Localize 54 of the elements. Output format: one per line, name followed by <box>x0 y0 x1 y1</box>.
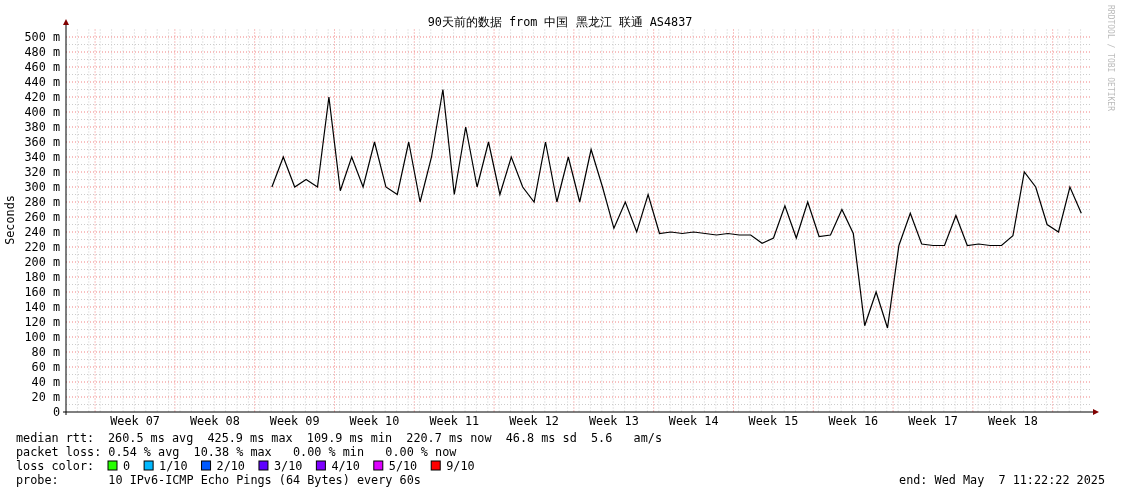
x-tick-label: Week 11 <box>429 414 480 428</box>
median-rtt-stats: 260.5 ms avg 425.9 ms max 109.9 ms min 220.7 ms now 46.8 ms sd 5.6 am/s <box>108 431 662 445</box>
y-tick-label: 40 m <box>31 375 60 389</box>
y-tick-label: 440 m <box>24 75 60 89</box>
end-time: end: Wed May 7 11:22:22 2025 <box>899 473 1105 487</box>
x-tick-label: Week 12 <box>509 414 559 428</box>
y-tick-label: 260 m <box>24 210 60 224</box>
y-tick-label: 140 m <box>24 300 60 314</box>
y-tick-label: 380 m <box>24 120 60 134</box>
chart-title: 90天前的数据 from 中国 黑龙江 联通 AS4837 <box>427 15 693 29</box>
y-tick-label: 400 m <box>24 105 60 119</box>
y-tick-label: 360 m <box>24 135 60 149</box>
legend-label: 9/10 <box>446 459 475 473</box>
y-tick-label: 340 m <box>24 150 60 164</box>
x-tick-label: Week 10 <box>349 414 400 428</box>
x-tick-label: Week 14 <box>668 414 719 428</box>
y-tick-label: 60 m <box>31 360 60 374</box>
median-rtt-label: median rtt: <box>16 431 95 445</box>
y-tick-label: 200 m <box>24 255 60 269</box>
legend-label: 1/10 <box>159 459 188 473</box>
y-tick-label: 100 m <box>24 330 60 344</box>
y-axis-label: Seconds <box>3 195 17 245</box>
legend-label: 0 <box>123 459 131 473</box>
y-tick-label: 480 m <box>24 45 60 59</box>
credit-text: RRDTOOL / TOBI OETIKER <box>1106 5 1115 111</box>
y-tick-label: 320 m <box>24 165 60 179</box>
legend-label: 2/10 <box>216 459 245 473</box>
y-tick-label: 20 m <box>31 390 60 404</box>
x-tick-label: Week 17 <box>908 414 958 428</box>
loss-color-label: loss color: <box>16 459 95 473</box>
y-tick-label: 80 m <box>31 345 60 359</box>
x-tick-label: Week 07 <box>110 414 160 428</box>
y-tick-label: 0 <box>52 405 60 419</box>
legend-label: 4/10 <box>331 459 360 473</box>
y-tick-label: 120 m <box>24 315 60 329</box>
packet-loss-stats: packet loss: 0.54 % avg 10.38 % max 0.00 % min 0.00 % now <box>16 445 457 459</box>
y-tick-label: 460 m <box>24 60 60 74</box>
legend-label: 5/10 <box>388 459 418 473</box>
y-tick-label: 300 m <box>24 180 60 194</box>
x-tick-label: Week 08 <box>190 414 240 428</box>
x-tick-label: Week 13 <box>589 414 639 428</box>
y-tick-label: 160 m <box>24 285 60 299</box>
y-tick-label: 180 m <box>24 270 60 284</box>
y-tick-label: 500 m <box>24 30 60 44</box>
probe-info: probe: 10 IPv6-ICMP Echo Pings (64 Bytes) every 60s <box>16 473 421 487</box>
y-tick-label: 220 m <box>24 240 60 254</box>
y-tick-label: 280 m <box>24 195 60 209</box>
x-tick-label: Week 15 <box>748 414 799 428</box>
y-tick-label: 240 m <box>24 225 60 239</box>
legend-label: 3/10 <box>273 459 303 473</box>
x-tick-label: Week 09 <box>269 414 320 428</box>
x-tick-label: Week 18 <box>988 414 1038 428</box>
x-tick-label: Week 16 <box>828 414 879 428</box>
y-tick-label: 420 m <box>24 90 60 104</box>
